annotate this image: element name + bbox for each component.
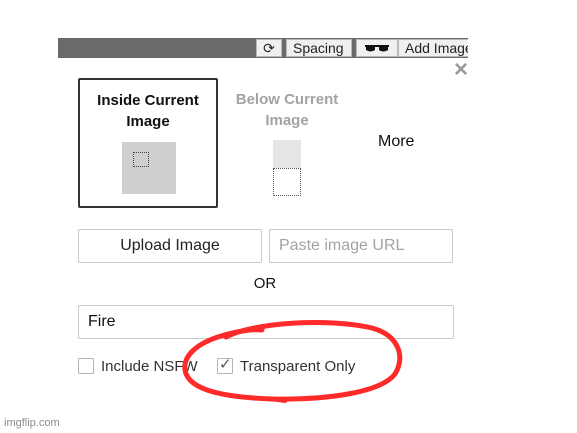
- sunglasses-button[interactable]: [356, 39, 398, 57]
- placement-below-title-line1: Below Current: [235, 91, 339, 108]
- more-options-link[interactable]: More: [378, 133, 414, 151]
- spacing-button[interactable]: Spacing: [286, 39, 352, 57]
- or-separator: OR: [253, 275, 277, 292]
- imgflip-watermark: imgflip.com: [4, 417, 60, 429]
- add-image-button[interactable]: Add Image: [398, 39, 468, 57]
- inside-placement-preview-icon: [122, 142, 176, 194]
- include-nsfw-label: Include NSFW: [101, 357, 198, 375]
- below-new-image-marker-icon: [273, 168, 301, 196]
- include-nsfw-checkbox[interactable]: [78, 358, 94, 374]
- sunglasses-icon: [365, 45, 389, 52]
- transparent-only-option[interactable]: ✓ Transparent Only: [217, 355, 355, 377]
- inner-image-marker-icon: [133, 152, 149, 167]
- upload-image-button[interactable]: Upload Image: [78, 229, 262, 263]
- placement-inside-option[interactable]: Inside Current Image: [78, 78, 218, 208]
- refresh-icon: ⟳: [263, 40, 275, 56]
- editor-toolbar: ⟳ Spacing Add Image: [58, 38, 468, 58]
- close-icon[interactable]: ×: [450, 58, 472, 82]
- screenshot: ⟳ Spacing Add Image × Inside Current Ima…: [0, 0, 577, 433]
- placement-inside-title: Inside Current Image: [80, 90, 216, 132]
- checkmark-icon: ✓: [219, 356, 232, 373]
- placement-below-title: Below Current Image: [220, 89, 354, 131]
- placement-inside-title-line2: Image: [126, 113, 170, 130]
- transparent-only-label: Transparent Only: [240, 357, 356, 375]
- refresh-button[interactable]: ⟳: [256, 39, 282, 57]
- below-placement-preview-icon: [273, 140, 301, 168]
- placement-below-option[interactable]: Below Current Image: [220, 80, 354, 206]
- placement-inside-title-line1: Inside Current: [97, 92, 199, 109]
- add-image-label: Add Image: [405, 40, 468, 56]
- image-search-input[interactable]: [78, 305, 454, 339]
- transparent-only-checkbox[interactable]: ✓: [217, 356, 233, 374]
- include-nsfw-option[interactable]: Include NSFW: [78, 355, 198, 377]
- placement-below-title-line2: Image: [265, 112, 309, 129]
- spacing-label: Spacing: [293, 40, 344, 56]
- image-url-input[interactable]: [269, 229, 453, 263]
